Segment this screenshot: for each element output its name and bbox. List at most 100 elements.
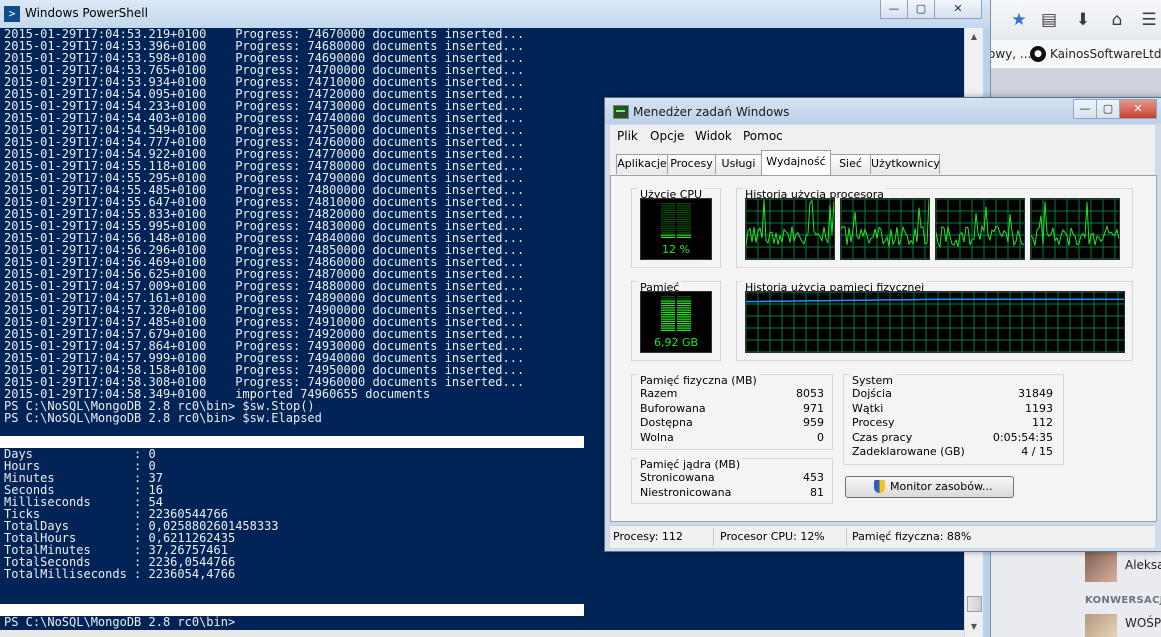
row-value: 1193 xyxy=(1025,402,1053,415)
resource-monitor-button[interactable]: Monitor zasobów... xyxy=(845,476,1014,498)
row-value: 31849 xyxy=(1018,387,1053,400)
scroll-up-icon[interactable]: ▲ xyxy=(965,28,983,45)
memory-meter-segment xyxy=(661,329,675,331)
memory-meter-segment xyxy=(677,300,691,302)
table-row: Czas pracy 0:05:54:35 xyxy=(852,431,1053,445)
memory-meter-segment xyxy=(677,320,691,322)
cpu-meter-segment xyxy=(677,234,691,236)
home-icon[interactable]: ⌂ xyxy=(1106,9,1128,31)
cpu-meter-segment xyxy=(661,225,675,227)
menu-file[interactable]: Plik xyxy=(617,129,638,143)
row-value: 453 xyxy=(803,471,824,484)
cpu-meter-segment xyxy=(677,223,691,225)
cpu-meter-segment xyxy=(677,214,691,216)
scroll-thumb[interactable] xyxy=(967,596,982,612)
system-table: Dojścia 31849 Wątki 1193 Procesy 112 Czas p… xyxy=(852,387,1053,462)
memory-meter-segment xyxy=(677,316,691,318)
close-button[interactable]: ✕ xyxy=(934,0,982,19)
memory-meter-segment xyxy=(677,298,691,300)
maximize-button[interactable]: ▢ xyxy=(1096,99,1120,119)
bookmark-github[interactable]: KainosSoftwareLtd/t xyxy=(1050,47,1161,61)
menu-options[interactable]: Opcje xyxy=(650,129,684,143)
cpu-usage-meter: 12 % xyxy=(640,198,712,260)
memory-meter-segment xyxy=(677,329,691,331)
memory-meter-segment xyxy=(661,325,675,327)
tab-services[interactable]: Usługi xyxy=(715,154,762,174)
title-bar: Menedżer zadań Windows — ▢ ✕ xyxy=(605,98,1161,124)
menu-icon[interactable]: ☰ xyxy=(1138,9,1160,31)
tab-applications[interactable]: Aplikacje xyxy=(616,154,668,174)
minimize-button[interactable]: — xyxy=(880,0,908,19)
memory-meter-segment xyxy=(677,311,691,313)
cpu-meter-segment xyxy=(661,205,675,207)
kernel-memory-table: Stronicowana 453 Niestronicowana 81 xyxy=(640,471,824,501)
tab-processes[interactable]: Procesy xyxy=(667,154,716,174)
memory-meter-segment xyxy=(677,305,691,307)
memory-history-graph xyxy=(745,291,1125,353)
table-row: Stronicowana 453 xyxy=(640,471,824,485)
cpu-meter-segment xyxy=(661,216,675,218)
memory-meter-segment xyxy=(661,296,675,298)
table-row: Dojścia 31849 xyxy=(852,387,1053,401)
memory-group: Pamięć 6,92 GB xyxy=(631,281,721,361)
cpu-meter-segment xyxy=(677,232,691,234)
star-icon[interactable]: ★ xyxy=(1008,9,1030,31)
cpu-core-graph xyxy=(935,198,1025,260)
cpu-meter-segment xyxy=(677,212,691,214)
row-label: Razem xyxy=(640,387,678,400)
browser-toolbar: ★ ▤ ⬇ ⌂ ☰ xyxy=(980,0,1161,41)
minimize-button[interactable]: — xyxy=(1073,99,1097,119)
tab-performance[interactable]: Wydajność xyxy=(761,150,831,175)
chat-contact-name[interactable]: Aleksa xyxy=(1125,558,1161,572)
github-icon: ● xyxy=(1030,46,1046,62)
cpu-meter-segment xyxy=(661,236,675,238)
cpu-meter-segment xyxy=(661,209,675,211)
memory-meter: 6,92 GB xyxy=(640,291,712,353)
memory-meter-segment xyxy=(661,318,675,320)
memory-history-line xyxy=(745,298,1124,303)
prompt-line[interactable]: PS C:\NoSQL\MongoDB 2.8 rc0\bin> xyxy=(0,616,964,628)
avatar[interactable] xyxy=(1085,548,1117,582)
cpu-meter-segment xyxy=(661,232,675,234)
download-icon[interactable]: ⬇ xyxy=(1072,9,1094,31)
cpu-meter-segment xyxy=(677,230,691,232)
maximize-button[interactable]: ▢ xyxy=(907,0,935,19)
cpu-history-graph xyxy=(935,198,1025,260)
chat-section-heading: KONWERSACJ xyxy=(1085,595,1161,606)
reading-list-icon[interactable]: ▤ xyxy=(1038,9,1060,31)
row-label: Buforowana xyxy=(640,402,706,415)
scroll-down-icon[interactable]: ▼ xyxy=(965,618,983,635)
chat-contact-name[interactable]: WOŚP xyxy=(1125,616,1161,630)
performance-panel: Użycie CPU 12 % Historia użycia procesor… xyxy=(610,175,1157,522)
cpu-meter-segment xyxy=(677,218,691,220)
status-memory: Pamięć fizyczna: 88% xyxy=(852,530,972,543)
avatar[interactable] xyxy=(1085,614,1117,637)
close-button[interactable]: ✕ xyxy=(1119,99,1157,119)
row-value: 112 xyxy=(1032,416,1053,429)
memory-meter-segment xyxy=(677,314,691,316)
table-row: Dostępna 959 xyxy=(640,416,824,430)
window-title: Windows PowerShell xyxy=(25,6,148,20)
tab-network[interactable]: Sieć xyxy=(830,154,871,174)
cpu-core-graph xyxy=(1030,198,1120,260)
menu-help[interactable]: Pomoc xyxy=(743,129,783,143)
bookmark-item[interactable]: owy, ... xyxy=(988,47,1031,61)
cpu-meter-segment xyxy=(661,234,675,236)
memory-meter-segment xyxy=(677,325,691,327)
system-title: System xyxy=(850,374,896,387)
tab-users[interactable]: Użytkownicy xyxy=(870,154,940,174)
cpu-meter-segment xyxy=(661,218,675,220)
kernel-memory-group: Pamięć jądra (MB) Stronicowana 453 Niestr… xyxy=(631,458,833,504)
horizontal-scrollbar[interactable] xyxy=(0,630,964,637)
memory-meter-segment xyxy=(677,309,691,311)
powershell-icon: > xyxy=(4,6,20,22)
row-label: Dostępna xyxy=(640,416,693,429)
menu-view[interactable]: Widok xyxy=(695,129,732,143)
row-value: 0:05:54:35 xyxy=(992,431,1053,444)
row-label: Czas pracy xyxy=(852,431,913,444)
cpu-history-line xyxy=(1030,201,1120,246)
cpu-meter-segment xyxy=(677,227,691,229)
memory-meter-segment xyxy=(661,298,675,300)
blank-line xyxy=(0,580,964,592)
cpu-meter-segment xyxy=(677,225,691,227)
